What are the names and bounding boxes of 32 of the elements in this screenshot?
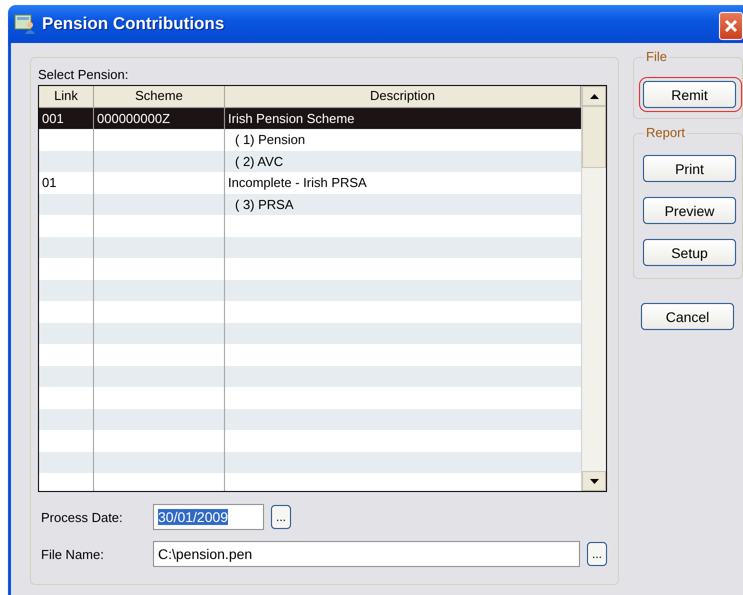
action-button[interactable]: Remit [643, 81, 736, 108]
group-title: File [644, 49, 669, 64]
action-button[interactable]: Preview [643, 197, 736, 224]
action-button[interactable]: Setup [643, 239, 736, 266]
close-icon[interactable] [719, 12, 743, 40]
down-arrow-icon[interactable] [590, 478, 598, 484]
table-row[interactable]: ( 3) PRSA [39, 194, 581, 215]
table-cell-text: ( 3) PRSA [234, 196, 295, 214]
up-arrow-icon[interactable] [590, 94, 598, 98]
process-date-label: Process Date: [40, 510, 124, 524]
scrollbar-thumb[interactable] [582, 106, 606, 168]
column-header[interactable]: Link [39, 86, 94, 108]
table-cell-text: Irish Pension Scheme [227, 110, 356, 128]
date-field[interactable]: 30/01/2009 [153, 504, 264, 530]
date-browse-button[interactable]: ... [271, 505, 291, 529]
app-icon [14, 14, 36, 34]
table-cell-text: Incomplete - Irish PRSA [227, 174, 368, 192]
file-browse-button[interactable]: ... [587, 542, 607, 566]
file-name-label: File Name: [40, 546, 105, 562]
scrollbar[interactable] [581, 86, 606, 491]
table-row[interactable]: 001 000000000Z Irish Pension Scheme [39, 108, 581, 129]
table-row[interactable]: ( 2) AVC [39, 150, 581, 172]
cancel-button[interactable]: Cancel [641, 303, 734, 330]
column-header[interactable]: Scheme [94, 86, 225, 108]
column-header[interactable]: Description [225, 86, 581, 108]
select-pension-label: Select Pension: [38, 66, 130, 84]
table-cell-text: ( 2) AVC [234, 152, 284, 171]
table-cell-text: ( 1) Pension [234, 131, 306, 149]
file-name-field[interactable]: C:\pension.pen [153, 541, 580, 567]
window-title: Pension Contributions [42, 14, 224, 34]
group-title: Report [644, 125, 688, 140]
action-button[interactable]: Print [643, 155, 736, 182]
